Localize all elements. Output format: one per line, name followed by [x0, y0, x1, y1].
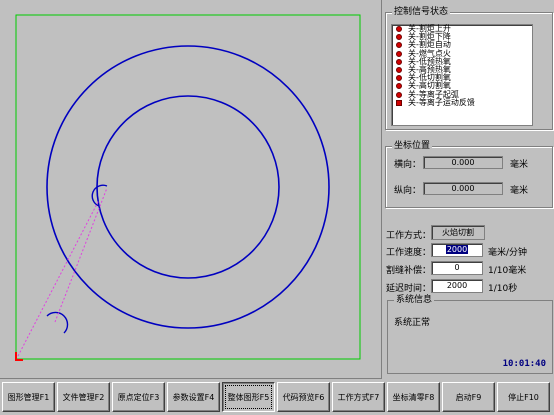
speed-input[interactable]: 2000	[431, 243, 483, 257]
fkey-button-f5[interactable]: 整体图形F5	[222, 382, 275, 412]
kerf-unit: 1/10毫米	[488, 266, 527, 276]
delay-label: 延迟时间：	[386, 284, 432, 294]
signal-label: 等离子运动反馈	[418, 97, 475, 107]
kerf-input[interactable]: 0	[431, 261, 483, 275]
coordinate-panel: 坐标位置 横向： 0.000 毫米 纵向： 0.000 毫米	[385, 141, 553, 208]
kerf-label: 割缝补偿：	[386, 266, 432, 276]
fkey-button-f9[interactable]: 启动F9	[442, 382, 495, 412]
mode-label: 工作方式：	[386, 231, 432, 241]
part-drawing	[15, 14, 361, 361]
inner-lead-in-arc	[91, 184, 108, 207]
outer-lead-in-arc	[46, 311, 69, 334]
speed-unit: 毫米/分钟	[488, 248, 528, 258]
y-coord-value: 0.000	[423, 182, 503, 195]
graphics-view[interactable]	[0, 0, 382, 379]
y-coord-label: 纵向：	[394, 186, 422, 196]
traverse-path-2	[54, 187, 108, 323]
signal-dot-icon	[396, 58, 402, 65]
fkey-button-f7[interactable]: 工作方式F7	[332, 382, 385, 412]
signal-state: 关	[408, 97, 416, 107]
delay-input[interactable]: 2000	[431, 279, 483, 293]
speed-label: 工作速度：	[386, 248, 432, 258]
function-key-bar: 图形管理F1 文件管理F2 原点定位F3 参数设置F4 整体图形F5 代码预览F6 工作方式…	[0, 380, 554, 415]
signal-item[interactable]: 关 - 等离子运动反馈	[392, 97, 532, 107]
system-info-panel: 系统信息 系统正常 10:01:40	[387, 295, 553, 374]
fkey-button-f4[interactable]: 参数设置F4	[167, 382, 220, 412]
delay-unit: 1/10秒	[488, 284, 518, 294]
signal-dot-icon	[396, 42, 402, 49]
coordinate-title: 坐标位置	[392, 141, 433, 152]
fkey-button-f6[interactable]: 代码预览F6	[277, 382, 330, 412]
fkey-button-f8[interactable]: 坐标清零F8	[387, 382, 440, 412]
y-coord-unit: 毫米	[510, 186, 529, 196]
system-message: 系统正常	[394, 318, 431, 328]
signal-status-panel: 控制信号状态 关 - 割炬上升关 - 割炬下降关 - 割炬自动关 - 燃气点火关…	[385, 7, 553, 130]
signal-dot-icon	[396, 50, 402, 57]
inner-circle	[96, 95, 280, 279]
signal-dot-icon	[396, 67, 402, 74]
work-area-frame	[15, 14, 361, 360]
signal-dot-icon	[396, 34, 402, 41]
signal-dot-icon	[396, 91, 402, 98]
mode-value: 火焰切割	[431, 225, 485, 240]
signal-list[interactable]: 关 - 割炬上升关 - 割炬下降关 - 割炬自动关 - 燃气点火关 - 低预热氧…	[391, 24, 533, 126]
speed-input-text: 2000	[445, 245, 469, 254]
fkey-button-f3[interactable]: 原点定位F3	[112, 382, 165, 412]
outer-circle	[46, 45, 330, 329]
fkey-button-f1[interactable]: 图形管理F1	[2, 382, 55, 412]
fkey-button-f2[interactable]: 文件管理F2	[57, 382, 110, 412]
signal-dot-icon	[396, 26, 402, 33]
signal-dot-icon	[396, 75, 402, 82]
x-coord-value: 0.000	[423, 156, 503, 169]
fkey-button-f10[interactable]: 停止F10	[497, 382, 550, 412]
system-info-title: 系统信息	[394, 295, 435, 306]
x-coord-unit: 毫米	[510, 160, 529, 170]
signal-status-title: 控制信号状态	[392, 7, 451, 18]
signal-dot-icon	[396, 83, 402, 90]
system-clock: 10:01:40	[502, 359, 546, 369]
x-coord-label: 横向：	[394, 160, 422, 170]
signal-square-icon	[396, 99, 402, 106]
traverse-path-1	[17, 199, 100, 357]
